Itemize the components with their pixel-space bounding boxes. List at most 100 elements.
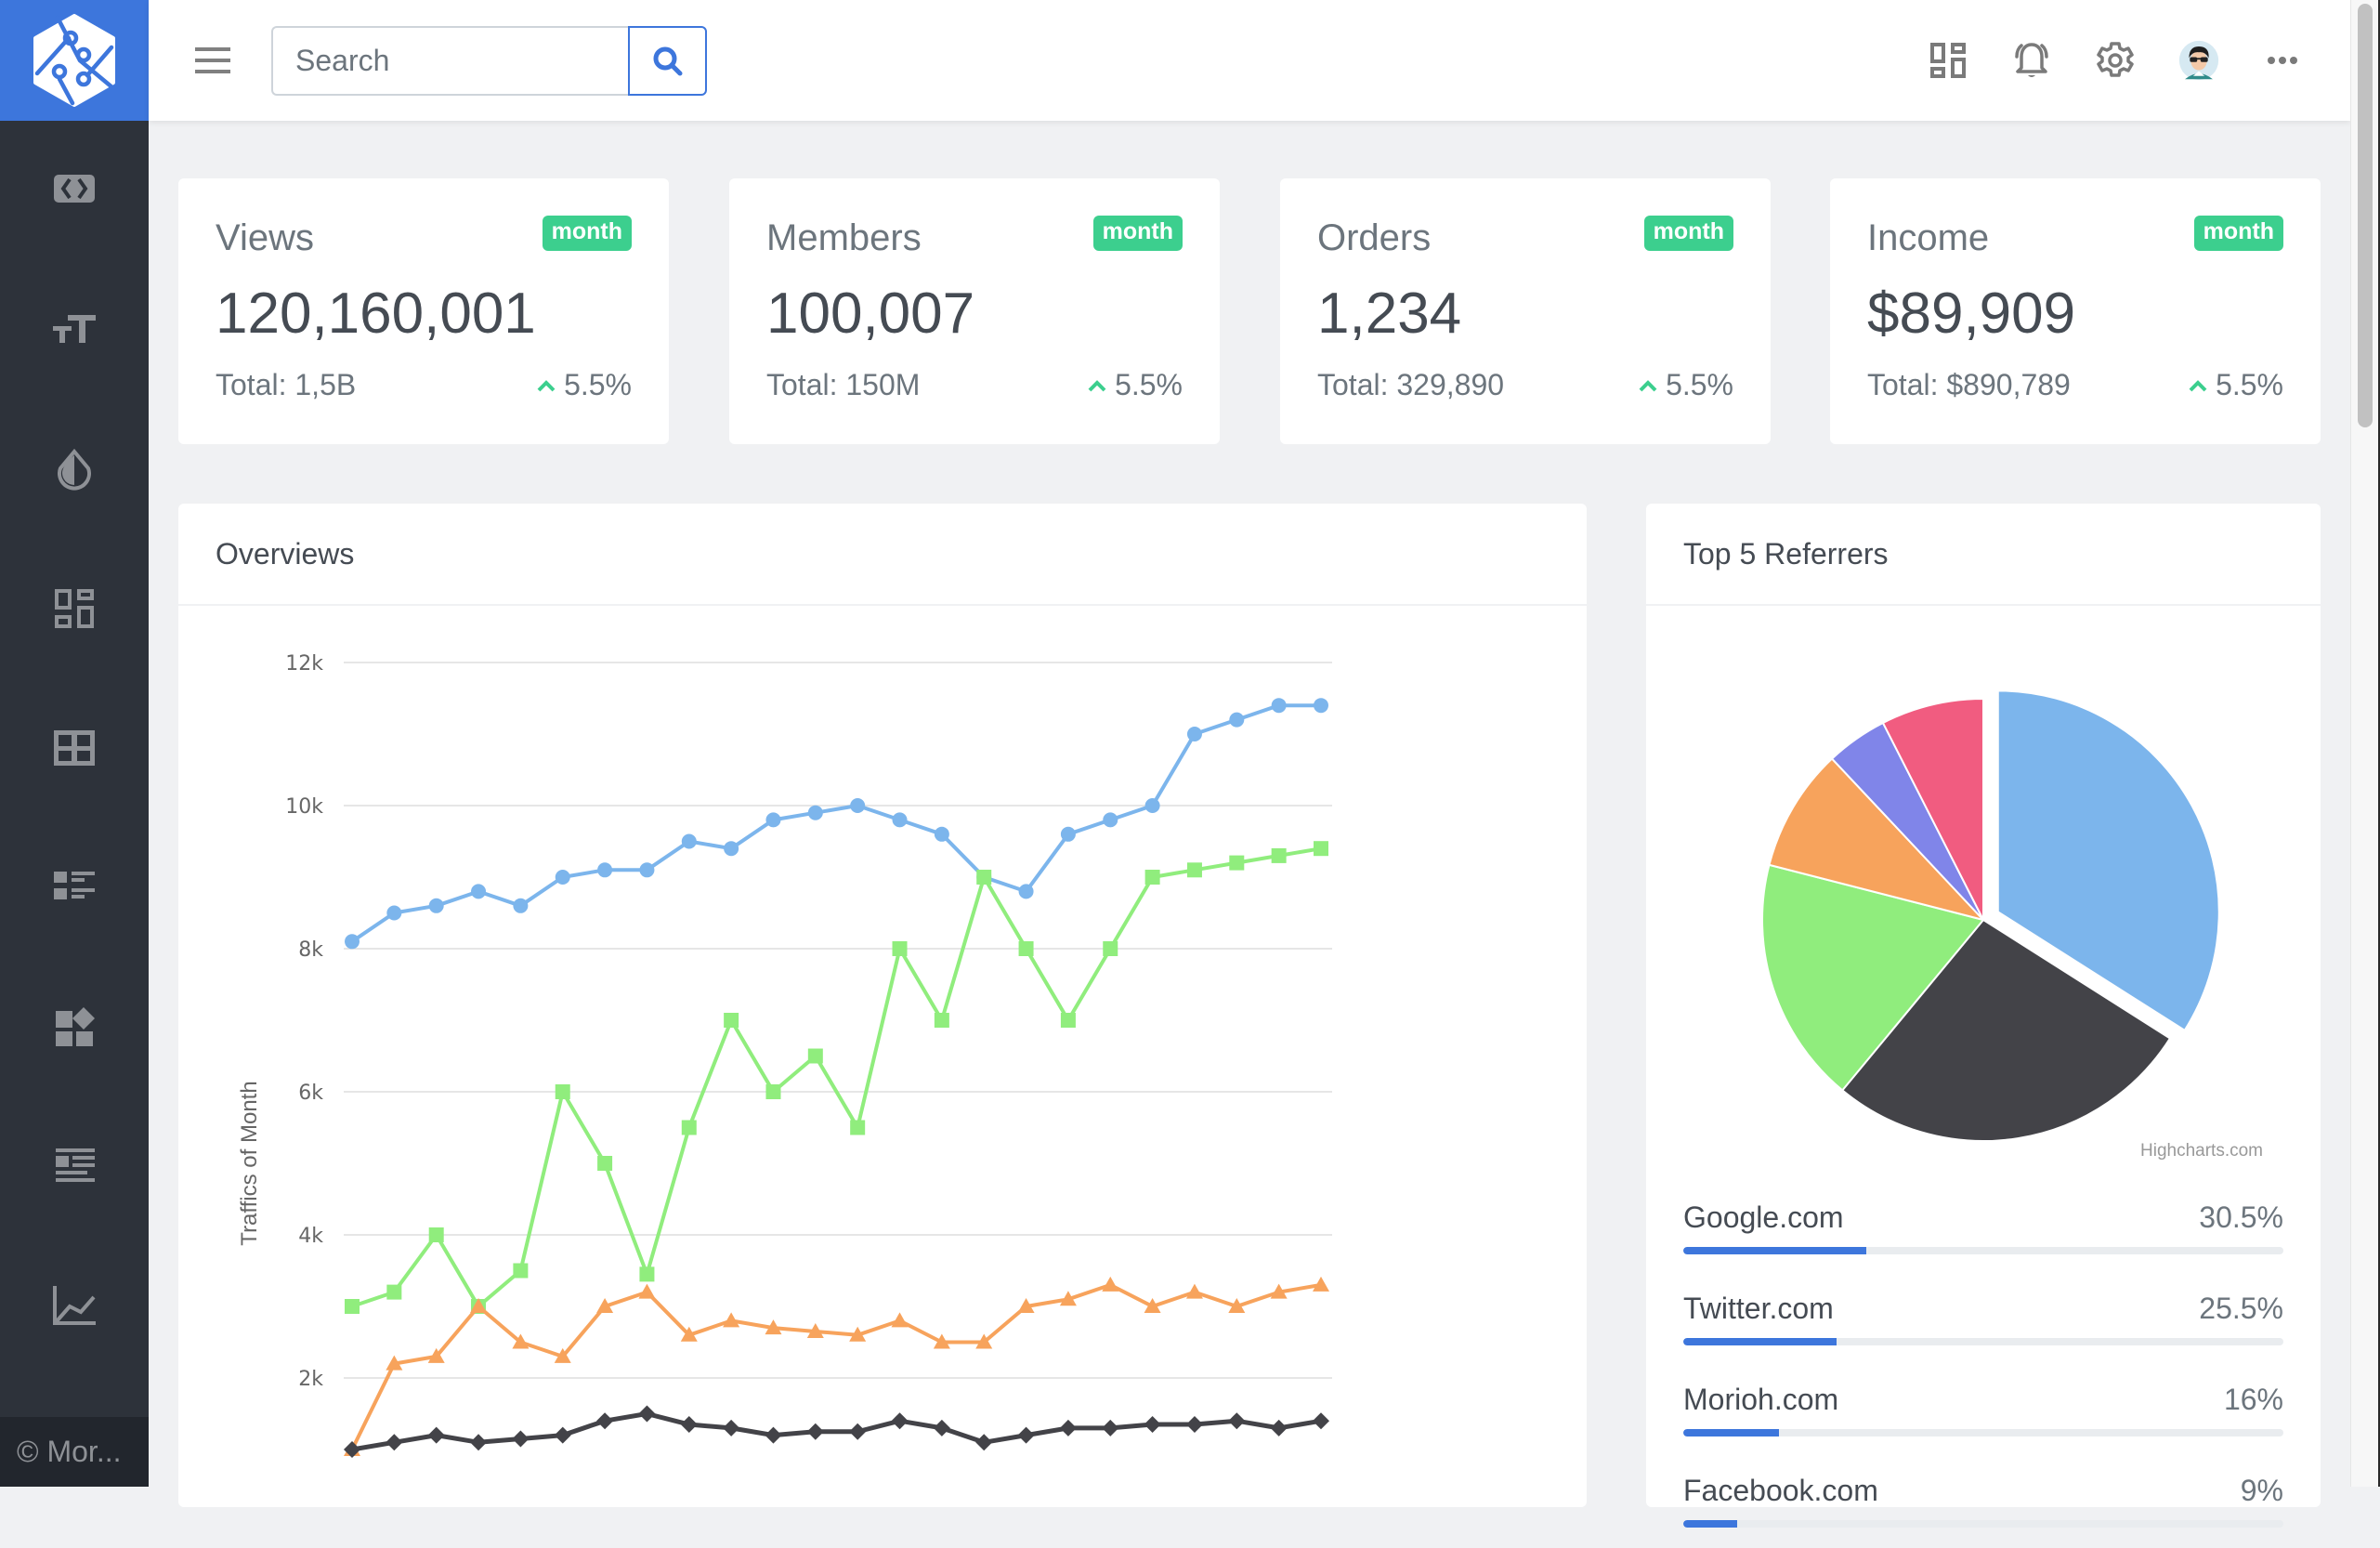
data-point: [849, 1423, 867, 1440]
referrer-progress: [1683, 1247, 2283, 1254]
sidebar: © Mor...: [0, 0, 149, 1487]
data-point: [1185, 1283, 1203, 1299]
data-point: [724, 1013, 739, 1028]
stat-total: Total: 329,890: [1317, 368, 1505, 401]
data-point: [680, 1416, 698, 1434]
stat-change: 5.5%: [536, 368, 632, 402]
settings-button[interactable]: [2087, 33, 2143, 88]
data-point: [1103, 812, 1118, 828]
series-line: [351, 846, 1322, 1308]
data-point: [597, 1156, 613, 1171]
profile-button[interactable]: [2171, 33, 2227, 88]
data-point: [765, 812, 781, 828]
data-point: [723, 1419, 740, 1436]
series-series-2: [345, 841, 1328, 1314]
overview-panel: Overviews 2k 4k 6k 8k 10k 12k Traffics of Mont…: [178, 504, 1587, 1507]
data-point: [765, 1084, 781, 1099]
data-point: [470, 1434, 488, 1451]
stat-value: 1,234: [1317, 282, 1462, 346]
y-tick-label: 2k: [298, 1368, 323, 1391]
y-tick-label: 12k: [285, 652, 323, 676]
data-point: [1228, 1412, 1246, 1430]
stat-change-value: 5.5%: [564, 368, 632, 401]
scrollbar-thumb[interactable]: [2358, 4, 2373, 427]
y-tick-label: 4k: [298, 1225, 323, 1248]
hamburger-icon[interactable]: [195, 37, 234, 84]
code-braces-icon: [54, 175, 95, 203]
data-point: [597, 862, 613, 878]
data-point: [428, 1227, 444, 1242]
series-line: [350, 703, 1321, 943]
referrer-row: Google.com 30.5%: [1683, 1200, 2283, 1275]
data-point: [807, 805, 823, 820]
data-point: [1186, 727, 1202, 741]
referrer-name: Google.com: [1683, 1200, 1844, 1234]
referrers-panel: Top 5 Referrers Highcharts.com Google.co…: [1646, 504, 2321, 1528]
stat-change-value: 5.5%: [1666, 368, 1733, 401]
sidebar-item-articles[interactable]: [0, 1120, 149, 1213]
referrer-progress: [1683, 1429, 2283, 1436]
referrer-row: Facebook.com 9%: [1683, 1474, 2283, 1548]
search-button[interactable]: [628, 26, 707, 96]
sidebar-item-code[interactable]: [0, 143, 149, 236]
data-point: [681, 1120, 697, 1135]
more-horizontal-icon: [2268, 57, 2297, 64]
data-point: [512, 1430, 530, 1448]
data-point: [765, 1426, 782, 1444]
stat-total: Total: 1,5B: [216, 368, 357, 401]
stat-title: Members: [766, 217, 922, 258]
chevron-up-icon: [1088, 379, 1106, 391]
panel-title: Top 5 Referrers: [1683, 537, 1889, 571]
data-point: [639, 1266, 655, 1282]
stat-change-value: 5.5%: [2216, 368, 2283, 401]
data-point: [724, 841, 739, 857]
referrer-row: Morioh.com 16%: [1683, 1383, 2283, 1457]
data-point: [723, 1312, 740, 1328]
referrer-progress: [1683, 1338, 2283, 1345]
referrer-name: Morioh.com: [1683, 1383, 1839, 1416]
apps-button[interactable]: [1920, 33, 1976, 88]
y-axis-label: Traffics of Month: [237, 1081, 262, 1245]
page-scrollbar[interactable]: [2350, 0, 2378, 1487]
sidebar-item-widgets[interactable]: [0, 980, 149, 1073]
overview-line-chart: 2k 4k 6k 8k 10k 12k Traffics of Month: [237, 652, 1332, 1458]
sidebar-item-dashboard[interactable]: [0, 562, 149, 655]
stat-card-members: Members month 100,007 Total: 150M 5.5%: [729, 178, 1220, 444]
stat-value: 120,160,001: [216, 282, 536, 346]
data-point: [345, 1299, 360, 1314]
data-point: [1144, 1416, 1161, 1434]
sidebar-footer: © Mor...: [0, 1417, 149, 1487]
data-point: [1017, 1426, 1035, 1444]
referrer-progress-fill: [1683, 1429, 1780, 1436]
sidebar-item-charts[interactable]: [0, 1259, 149, 1352]
sidebar-item-typography[interactable]: [0, 282, 149, 375]
sidebar-item-tables[interactable]: [0, 702, 149, 794]
gear-icon: [2097, 42, 2134, 77]
chevron-up-icon: [1639, 379, 1657, 391]
search-input[interactable]: [271, 26, 630, 96]
more-button[interactable]: [2255, 33, 2310, 88]
data-point: [1229, 855, 1245, 871]
series-series-3: [344, 1276, 1329, 1456]
top-header: [149, 0, 2350, 121]
data-point: [1270, 1419, 1288, 1436]
chart-credit[interactable]: Highcharts.com: [2140, 1141, 2263, 1161]
data-point: [975, 1434, 993, 1451]
data-point: [1018, 884, 1034, 899]
data-point: [1060, 1013, 1076, 1028]
sidebar-item-lists[interactable]: [0, 841, 149, 934]
notifications-button[interactable]: [2004, 33, 2060, 88]
dashboard-icon: [55, 589, 94, 628]
stat-card-income: Income month $89,909 Total: $890,789 5.5…: [1830, 178, 2321, 444]
logo[interactable]: [0, 0, 149, 121]
period-badge: month: [1643, 216, 1733, 251]
data-point: [933, 1419, 950, 1436]
stat-change-value: 5.5%: [1115, 368, 1183, 401]
period-badge: month: [542, 216, 632, 251]
data-point: [934, 1013, 949, 1028]
sidebar-item-colors[interactable]: [0, 423, 149, 516]
dashboard-icon: [1930, 43, 1966, 78]
data-point: [1103, 941, 1118, 956]
referrer-percent: 25.5%: [2199, 1292, 2283, 1325]
data-point: [1314, 841, 1328, 857]
